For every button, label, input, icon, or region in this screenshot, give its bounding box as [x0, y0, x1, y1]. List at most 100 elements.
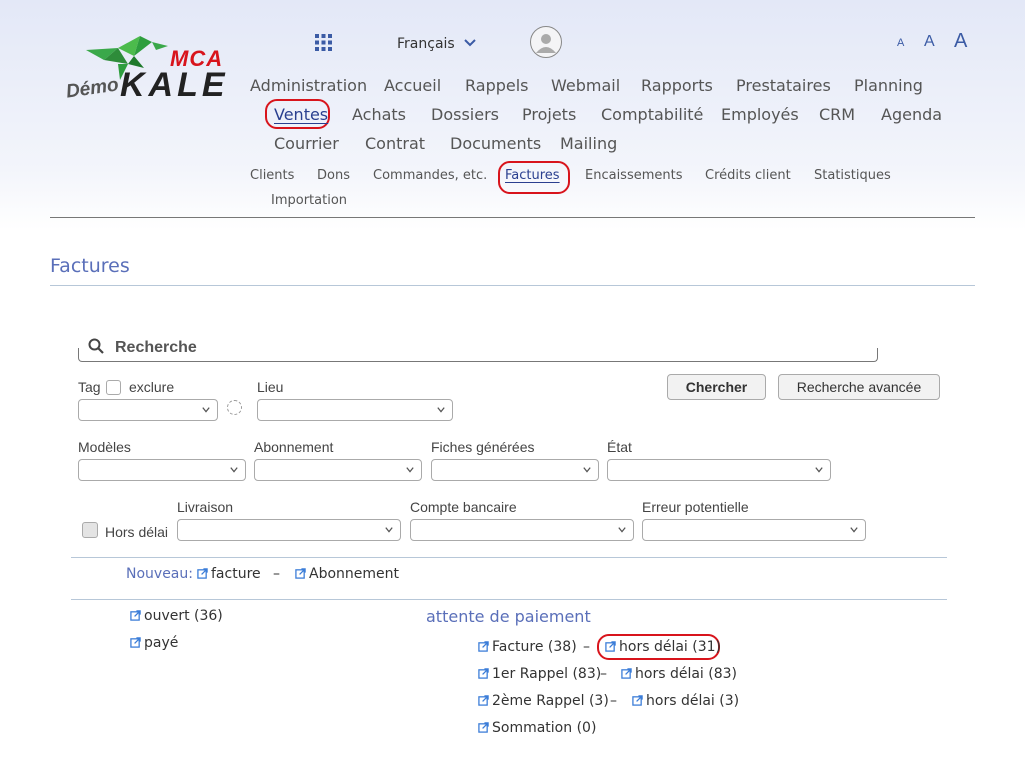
menu-courrier[interactable]: Courrier [274, 134, 339, 153]
submenu-factures[interactable]: Factures [505, 168, 560, 183]
font-size-small-button[interactable]: A [897, 37, 904, 49]
exclure-checkbox[interactable] [106, 380, 121, 395]
menu-dossiers[interactable]: Dossiers [431, 105, 499, 124]
fiches-generees-label: Fiches générées [431, 439, 535, 455]
external-link-icon [478, 641, 489, 652]
logo-kale-text: KALE [120, 66, 229, 104]
submenu-clients[interactable]: Clients [250, 168, 294, 183]
abonnement-select[interactable] [254, 459, 422, 481]
menu-webmail[interactable]: Webmail [551, 76, 620, 95]
logo[interactable]: MCA Démo KALE [60, 30, 240, 110]
submenu-commandes[interactable]: Commandes, etc. [373, 168, 487, 183]
compte-bancaire-label: Compte bancaire [410, 499, 517, 515]
menu-agenda[interactable]: Agenda [881, 105, 942, 124]
search-icon [88, 338, 104, 354]
menu-rappels[interactable]: Rappels [465, 76, 529, 95]
fiches-generees-select[interactable] [431, 459, 599, 481]
chevron-down-icon [385, 527, 393, 533]
external-link-icon [478, 668, 489, 679]
hors-delai-checkbox[interactable] [82, 522, 98, 538]
external-link-icon [130, 610, 141, 621]
new-facture-link[interactable]: facture [197, 566, 261, 582]
chevron-down-icon [230, 467, 238, 473]
ouvert-link[interactable]: ouvert (36) [130, 608, 223, 624]
chevron-down-icon [618, 527, 626, 533]
new-abonnement-link[interactable]: Abonnement [295, 566, 399, 582]
lieu-select[interactable] [257, 399, 453, 421]
menu-planning[interactable]: Planning [854, 76, 923, 95]
erreur-potentielle-select[interactable] [642, 519, 866, 541]
chevron-down-icon [202, 407, 210, 413]
erreur-potentielle-label: Erreur potentielle [642, 499, 749, 515]
menu-achats[interactable]: Achats [352, 105, 406, 124]
page-title: Factures [50, 255, 130, 277]
menu-documents[interactable]: Documents [450, 134, 541, 153]
separator-dash: – [610, 693, 617, 709]
external-link-icon [197, 568, 208, 579]
rappel1-hors-delai-link[interactable]: hors délai (83) [621, 666, 737, 682]
language-label: Français [397, 36, 455, 52]
separator-dash: – [583, 639, 590, 655]
recherche-avancee-button[interactable]: Recherche avancée [778, 374, 940, 400]
external-link-icon [478, 722, 489, 733]
user-avatar[interactable] [530, 26, 562, 58]
menu-comptabilite[interactable]: Comptabilité [601, 105, 703, 124]
submenu-credits-client[interactable]: Crédits client [705, 168, 791, 183]
sommation-link[interactable]: Sommation (0) [478, 720, 596, 736]
external-link-icon [632, 695, 643, 706]
separator-dash: – [273, 566, 280, 582]
chercher-button[interactable]: Chercher [667, 374, 766, 400]
submenu-encaissements[interactable]: Encaissements [585, 168, 683, 183]
language-selector[interactable]: Français [397, 33, 476, 52]
rappel2-link[interactable]: 2ème Rappel (3) [478, 693, 609, 709]
external-link-icon [295, 568, 306, 579]
font-size-large-button[interactable]: A [954, 30, 967, 53]
livraison-select[interactable] [177, 519, 401, 541]
tag-label: Tag [78, 379, 101, 395]
menu-prestataires[interactable]: Prestataires [736, 76, 831, 95]
loading-spinner-icon [227, 400, 242, 415]
chevron-down-icon [464, 39, 476, 47]
external-link-icon [605, 641, 616, 652]
font-size-medium-button[interactable]: A [924, 33, 935, 51]
menu-rapports[interactable]: Rapports [641, 76, 713, 95]
rappel1-link[interactable]: 1er Rappel (83) [478, 666, 601, 682]
menu-contrat[interactable]: Contrat [365, 134, 425, 153]
menu-employes[interactable]: Employés [721, 105, 799, 124]
modeles-select[interactable] [78, 459, 246, 481]
menu-crm[interactable]: CRM [819, 105, 855, 124]
submenu-importation[interactable]: Importation [271, 193, 347, 208]
hors-delai-label: Hors délai [105, 524, 169, 540]
apps-grid-icon[interactable] [315, 34, 332, 51]
logo-demo-text: Démo [64, 74, 120, 103]
compte-bancaire-select[interactable] [410, 519, 634, 541]
exclure-label: exclure [129, 379, 175, 395]
rappel2-hors-delai-link[interactable]: hors délai (3) [632, 693, 739, 709]
modeles-label: Modèles [78, 439, 131, 455]
filters-divider [71, 557, 947, 558]
etat-select[interactable] [607, 459, 831, 481]
menu-mailing[interactable]: Mailing [560, 134, 617, 153]
nouveau-label: Nouveau: [126, 566, 193, 582]
header-divider [50, 217, 975, 218]
attente-paiement-title: attente de paiement [426, 607, 591, 626]
chevron-down-icon [815, 467, 823, 473]
tag-select[interactable] [78, 399, 218, 421]
abonnement-label: Abonnement [254, 439, 334, 455]
separator-dash: – [600, 666, 607, 682]
menu-administration[interactable]: Administration [250, 76, 367, 95]
menu-accueil[interactable]: Accueil [384, 76, 441, 95]
menu-projets[interactable]: Projets [522, 105, 576, 124]
external-link-icon [621, 668, 632, 679]
menu-ventes[interactable]: Ventes [274, 105, 328, 124]
facture-hors-delai-link[interactable]: hors délai (31) [605, 639, 721, 655]
search-placeholder: Recherche [115, 339, 197, 356]
user-icon [536, 34, 556, 53]
paye-link[interactable]: payé [130, 635, 178, 651]
chevron-down-icon [850, 527, 858, 533]
submenu-statistiques[interactable]: Statistiques [814, 168, 891, 183]
nouveau-divider [71, 599, 947, 600]
search-input[interactable] [78, 348, 878, 362]
facture-count-link[interactable]: Facture (38) [478, 639, 577, 655]
submenu-dons[interactable]: Dons [317, 168, 350, 183]
